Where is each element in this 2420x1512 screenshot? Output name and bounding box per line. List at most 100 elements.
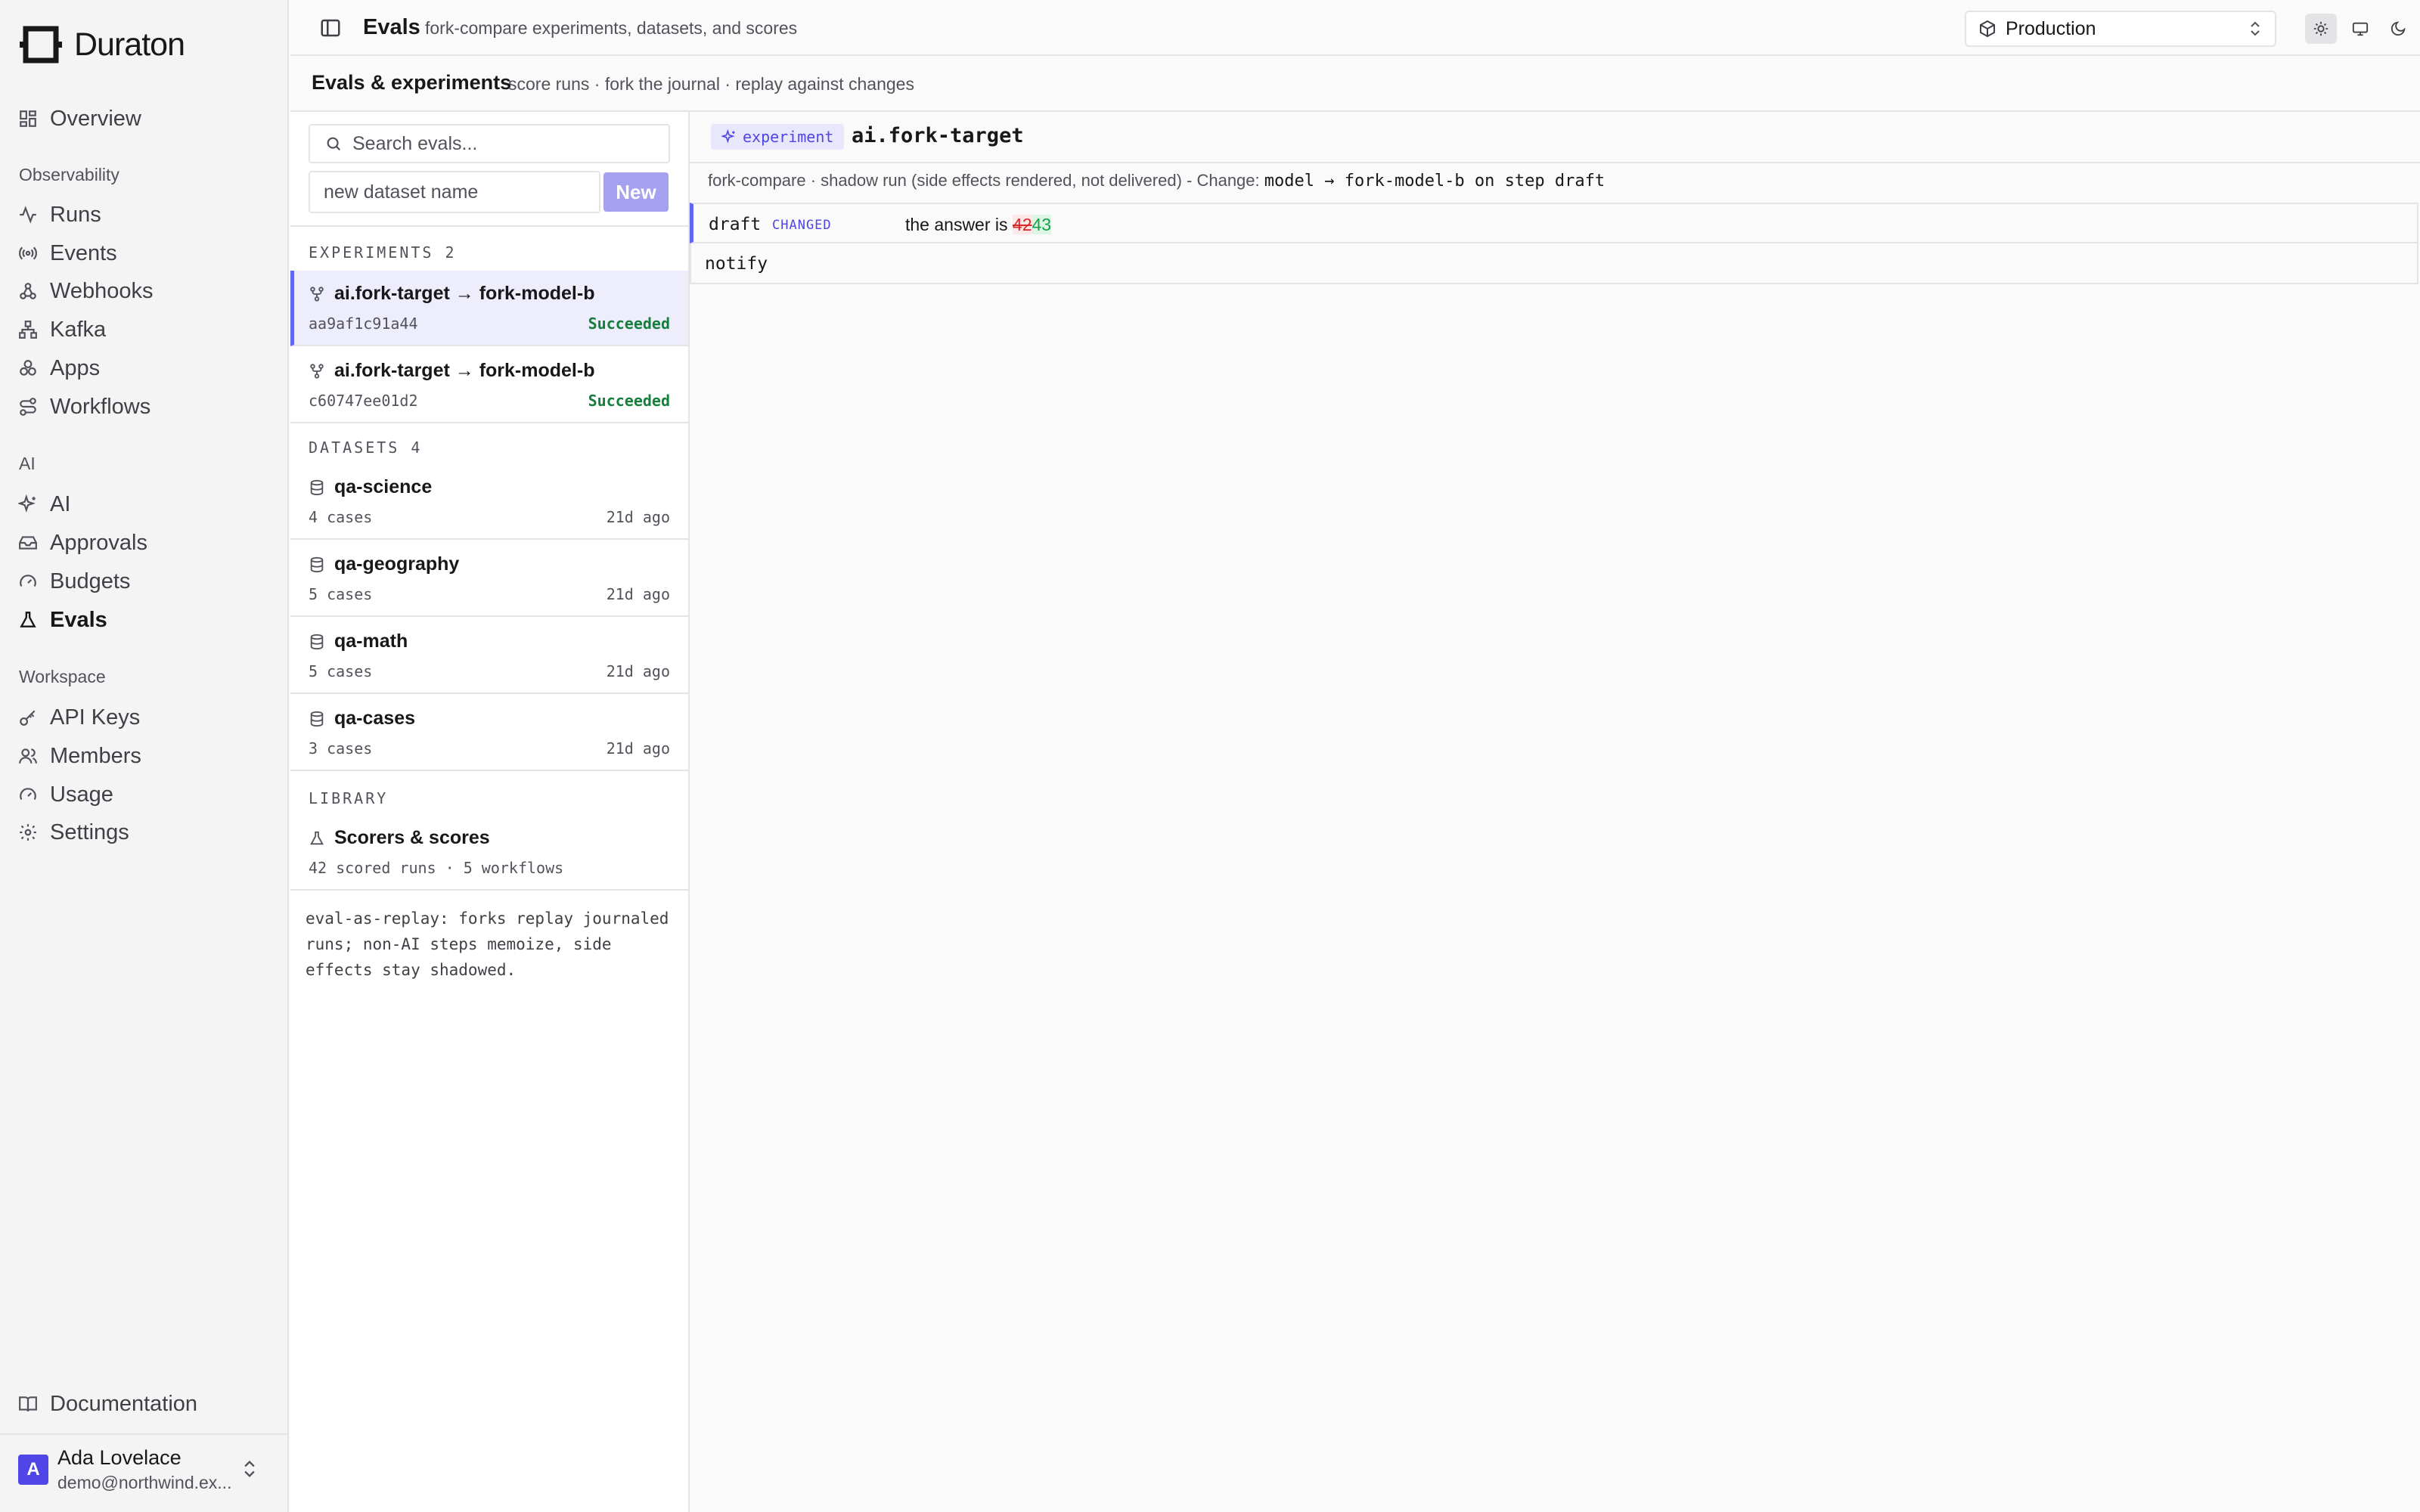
nav-label: Apps <box>50 355 101 380</box>
experiment-id: aa9af1c91a44 <box>309 314 418 333</box>
nav-budgets[interactable]: Budgets <box>18 564 130 599</box>
inbox-icon <box>19 536 37 550</box>
theme-light-button[interactable] <box>2305 14 2337 44</box>
nav-usage[interactable]: Usage <box>18 777 113 812</box>
step-name: draft <box>709 215 762 234</box>
nav-ai[interactable]: AI <box>18 487 70 522</box>
nav-label: Settings <box>50 820 129 844</box>
diff-inserted: 43 <box>1032 215 1052 234</box>
gear-icon <box>20 824 36 841</box>
nav-api-keys[interactable]: API Keys <box>18 700 140 735</box>
section-workspace: Workspace <box>19 667 106 686</box>
nav-apps[interactable]: Apps <box>18 351 100 386</box>
dataset-row[interactable]: qa-cases 3 cases 21d ago <box>290 696 688 771</box>
library-row[interactable]: Scorers & scores 42 scored runs · 5 work… <box>290 815 688 891</box>
nav-overview[interactable]: Overview <box>18 101 141 136</box>
library-stats: 42 scored runs · 5 workflows <box>309 859 564 877</box>
section-description: score runs · fork the journal · replay a… <box>508 74 914 94</box>
experiment-detail: experiment ai.fork-target fork-compare ·… <box>690 112 2420 1512</box>
dataset-name: qa-geography <box>334 553 460 575</box>
dataset-row[interactable]: qa-math 5 cases 21d ago <box>290 618 688 694</box>
nav-documentation[interactable]: Documentation <box>18 1387 197 1421</box>
theme-dark-button[interactable] <box>2382 14 2414 44</box>
experiment-id: c60747ee01d2 <box>309 392 418 410</box>
book-icon <box>19 1396 37 1411</box>
library-label: LIBRARY <box>309 789 389 807</box>
user-name: Ada Lovelace <box>57 1446 182 1469</box>
nav-label: Budgets <box>50 569 131 593</box>
theme-system-button[interactable] <box>2344 14 2376 44</box>
app-name: Duraton <box>74 26 185 63</box>
package-icon <box>1980 20 1995 38</box>
diff-prefix: the answer is <box>905 215 1013 234</box>
subheader: Evals & experiments score runs · fork th… <box>290 57 2420 112</box>
step-table: draft CHANGED the answer is 4243 notify <box>690 203 2418 284</box>
nav-settings[interactable]: Settings <box>18 815 129 850</box>
database-icon <box>310 634 324 649</box>
moon-icon <box>2391 21 2406 36</box>
dataset-name: qa-cases <box>334 708 416 729</box>
nav-label: API Keys <box>50 705 141 730</box>
activity-icon <box>20 206 36 224</box>
database-icon <box>310 711 324 727</box>
nav-label: Overview <box>50 106 141 131</box>
grid-icon <box>20 110 36 127</box>
experiment-title: ai.fork-target → fork-model-b <box>309 283 594 305</box>
environment-value: Production <box>2006 17 2096 39</box>
network-icon <box>19 321 37 339</box>
experiment-row[interactable]: ai.fork-target → fork-model-b aa9af1c91a… <box>290 271 688 346</box>
nav-evals[interactable]: Evals <box>18 603 107 637</box>
nav-label: Evals <box>50 607 107 632</box>
user-menu[interactable]: A Ada Lovelace demo@northwind.ex... <box>18 1440 275 1499</box>
nav-members[interactable]: Members <box>18 739 141 773</box>
step-row-notify[interactable]: notify <box>690 243 2418 284</box>
environment-select[interactable]: Production <box>1965 11 2276 47</box>
dataset-age: 21d ago <box>606 739 670 758</box>
webhook-icon <box>20 283 36 299</box>
nav-webhooks[interactable]: Webhooks <box>18 274 154 308</box>
dataset-cases: 4 cases <box>309 508 373 526</box>
search-input[interactable] <box>352 132 655 155</box>
dataset-name-input[interactable] <box>309 171 600 213</box>
nav-approvals[interactable]: Approvals <box>18 525 147 560</box>
user-email: demo@northwind.ex... <box>57 1473 232 1492</box>
section-ai: AI <box>19 454 36 473</box>
nav-workflows[interactable]: Workflows <box>18 389 150 424</box>
search-box[interactable] <box>309 124 670 163</box>
sparkles-icon <box>18 494 36 513</box>
users-icon <box>19 748 37 764</box>
section-title: Evals & experiments <box>312 71 512 94</box>
nav-kafka[interactable]: Kafka <box>18 312 106 347</box>
dataset-age: 21d ago <box>606 585 670 603</box>
experiment-row[interactable]: ai.fork-target → fork-model-b c60747ee01… <box>290 348 688 423</box>
dataset-row[interactable]: qa-geography 5 cases 21d ago <box>290 541 688 617</box>
topbar: Evals fork-compare experiments, datasets… <box>290 0 2420 56</box>
nav-events[interactable]: Events <box>18 236 117 271</box>
monitor-icon <box>2352 22 2369 36</box>
step-diff: the answer is 4243 <box>905 215 1052 235</box>
sidebar-toggle-icon[interactable] <box>319 17 342 39</box>
key-icon <box>20 710 36 726</box>
dataset-row[interactable]: qa-science 4 cases 21d ago <box>290 464 688 540</box>
experiment-title: ai.fork-target → fork-model-b <box>309 360 594 382</box>
nav-label: Documentation <box>50 1391 198 1416</box>
status-badge: Succeeded <box>588 392 670 410</box>
sidebar-divider <box>0 1433 287 1435</box>
new-dataset-button[interactable]: New <box>603 172 669 212</box>
nav-runs[interactable]: Runs <box>18 197 101 232</box>
nav-label: Approvals <box>50 530 147 555</box>
gauge-icon <box>20 575 36 587</box>
detail-header: experiment ai.fork-target <box>690 112 2420 163</box>
radio-icon <box>19 246 37 260</box>
nav-label: Runs <box>50 202 101 227</box>
nav-label: Kafka <box>50 317 107 342</box>
experiment-name: ai.fork-target <box>852 124 1024 147</box>
app-logo[interactable]: Duraton <box>20 26 185 64</box>
page-title: Evals <box>363 15 420 39</box>
step-name: notify <box>705 254 768 274</box>
library-name: Scorers & scores <box>334 827 490 848</box>
step-row-draft[interactable]: draft CHANGED the answer is 4243 <box>690 203 2418 243</box>
nav-label: AI <box>50 491 71 516</box>
detail-meta: fork-compare · shadow run (side effects … <box>708 171 1605 191</box>
dataset-cases: 5 cases <box>309 662 373 680</box>
